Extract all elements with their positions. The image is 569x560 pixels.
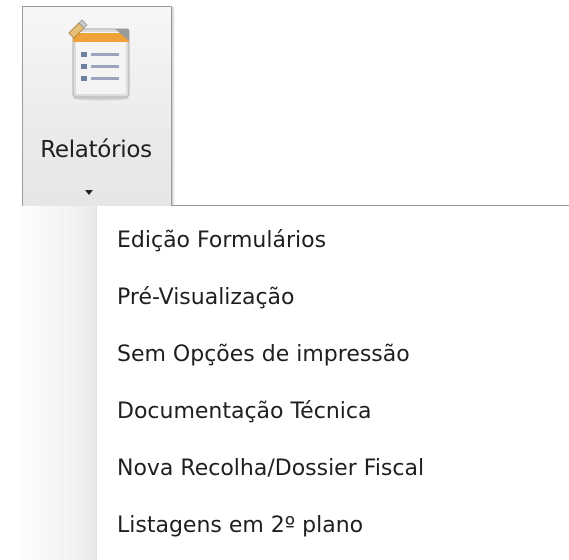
menu-item-listagens-2-plano[interactable]: Listagens em 2º plano — [97, 497, 569, 554]
reports-button-label: Relatórios — [40, 137, 152, 163]
menu-item-nova-recolha-dossier-fiscal[interactable]: Nova Recolha/Dossier Fiscal — [97, 440, 569, 497]
chevron-down-icon[interactable] — [85, 190, 93, 195]
reports-dropdown-menu: Edição Formulários Pré-Visualização Sem … — [22, 206, 569, 560]
reports-ribbon-button[interactable]: Relatórios — [22, 6, 175, 207]
menu-items-list: Edição Formulários Pré-Visualização Sem … — [97, 212, 569, 554]
report-document-icon — [68, 19, 130, 101]
menu-item-edicao-formularios[interactable]: Edição Formulários — [97, 212, 569, 269]
menu-icon-gutter — [22, 206, 97, 560]
button-shadow — [172, 7, 175, 207]
menu-item-sem-opcoes-impressao[interactable]: Sem Opções de impressão — [97, 326, 569, 383]
menu-item-pre-visualizacao[interactable]: Pré-Visualização — [97, 269, 569, 326]
screen: Relatórios Edição Formulários Pré-Visual… — [0, 0, 569, 560]
menu-item-documentacao-tecnica[interactable]: Documentação Técnica — [97, 383, 569, 440]
